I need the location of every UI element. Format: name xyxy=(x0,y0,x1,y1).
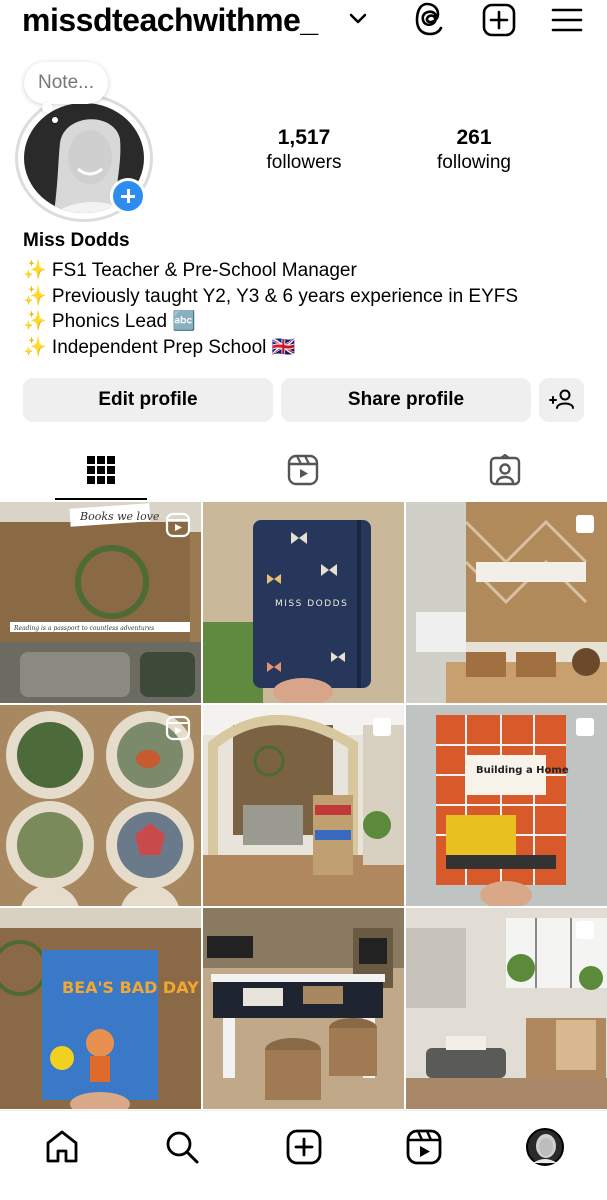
discover-people-button[interactable] xyxy=(539,378,584,422)
tab-reels[interactable] xyxy=(202,446,404,500)
chevron-down-icon[interactable] xyxy=(348,12,368,26)
bio-line: ✨ FS1 Teacher & Pre-School Manager xyxy=(23,260,357,281)
share-profile-button[interactable]: Share profile xyxy=(281,378,531,422)
post-tile[interactable]: Books we love Reading is a passport to c… xyxy=(0,502,201,703)
multiple-photos-icon xyxy=(576,921,594,939)
add-person-icon xyxy=(549,389,574,409)
post-subcaption: Reading is a passport to countless adven… xyxy=(13,625,154,632)
followers-stat[interactable]: 1,517 followers xyxy=(234,126,374,174)
post-image xyxy=(203,908,404,1109)
note-bubble-tail xyxy=(42,102,53,113)
bio-line: ✨ Phonics Lead 🔤 xyxy=(23,311,197,332)
post-caption: Building a Home xyxy=(476,765,569,776)
multiple-photos-icon xyxy=(576,515,594,533)
post-tile[interactable] xyxy=(203,705,404,906)
note-bubble-tail-small xyxy=(52,117,58,123)
multiple-photos-icon xyxy=(576,718,594,736)
create-plus-icon[interactable] xyxy=(481,2,517,38)
home-icon[interactable] xyxy=(42,1127,82,1167)
profile-bio: Miss Dodds ✨ FS1 Teacher & Pre-School Ma… xyxy=(23,230,593,360)
reel-indicator-icon xyxy=(165,512,191,538)
tab-tagged[interactable] xyxy=(404,446,606,500)
profile-username[interactable]: missdteachwithme_ xyxy=(22,2,318,39)
tab-posts[interactable] xyxy=(0,446,202,500)
post-tile[interactable]: MISS DODDS xyxy=(203,502,404,703)
profile-avatar[interactable] xyxy=(525,1127,565,1167)
post-tile[interactable] xyxy=(406,908,607,1109)
post-tile[interactable]: Building a Home xyxy=(406,705,607,906)
post-caption: Books we love xyxy=(79,510,160,523)
note-bubble[interactable]: Note... xyxy=(24,62,108,104)
search-icon[interactable] xyxy=(162,1127,202,1167)
top-bar: missdteachwithme_ xyxy=(0,0,607,44)
followers-count: 1,517 xyxy=(277,126,331,149)
bio-line: ✨ Independent Prep School 🇬🇧 xyxy=(23,336,296,358)
reels-icon[interactable] xyxy=(404,1127,444,1167)
grid-icon xyxy=(87,456,115,484)
post-tile[interactable]: BEA'S BAD DAY xyxy=(0,908,201,1109)
post-caption: MISS DODDS xyxy=(275,599,348,609)
followers-label: followers xyxy=(266,152,342,173)
post-tile[interactable] xyxy=(0,705,201,906)
post-image: BEA'S BAD DAY xyxy=(0,908,201,1109)
add-story-button[interactable] xyxy=(110,178,146,214)
following-count: 261 xyxy=(456,126,492,149)
reel-indicator-icon xyxy=(165,715,191,741)
tagged-person-icon xyxy=(489,454,521,486)
threads-icon[interactable] xyxy=(413,2,449,38)
create-icon[interactable] xyxy=(284,1127,324,1167)
display-name: Miss Dodds xyxy=(23,230,130,251)
post-image: MISS DODDS xyxy=(203,502,404,703)
post-tile[interactable] xyxy=(203,908,404,1109)
posts-grid: Books we love Reading is a passport to c… xyxy=(0,502,607,1110)
edit-profile-button[interactable]: Edit profile xyxy=(23,378,273,422)
following-stat[interactable]: 261 following xyxy=(404,126,544,174)
post-tile[interactable] xyxy=(406,502,607,703)
bio-line: ✨ Previously taught Y2, Y3 & 6 years exp… xyxy=(23,285,519,307)
post-caption: BEA'S BAD DAY xyxy=(62,978,199,997)
profile-tabs xyxy=(0,446,607,500)
following-label: following xyxy=(437,152,511,173)
menu-icon[interactable] xyxy=(549,2,585,38)
multiple-photos-icon xyxy=(373,718,391,736)
reels-icon xyxy=(287,454,319,486)
bottom-navigation xyxy=(0,1110,607,1200)
